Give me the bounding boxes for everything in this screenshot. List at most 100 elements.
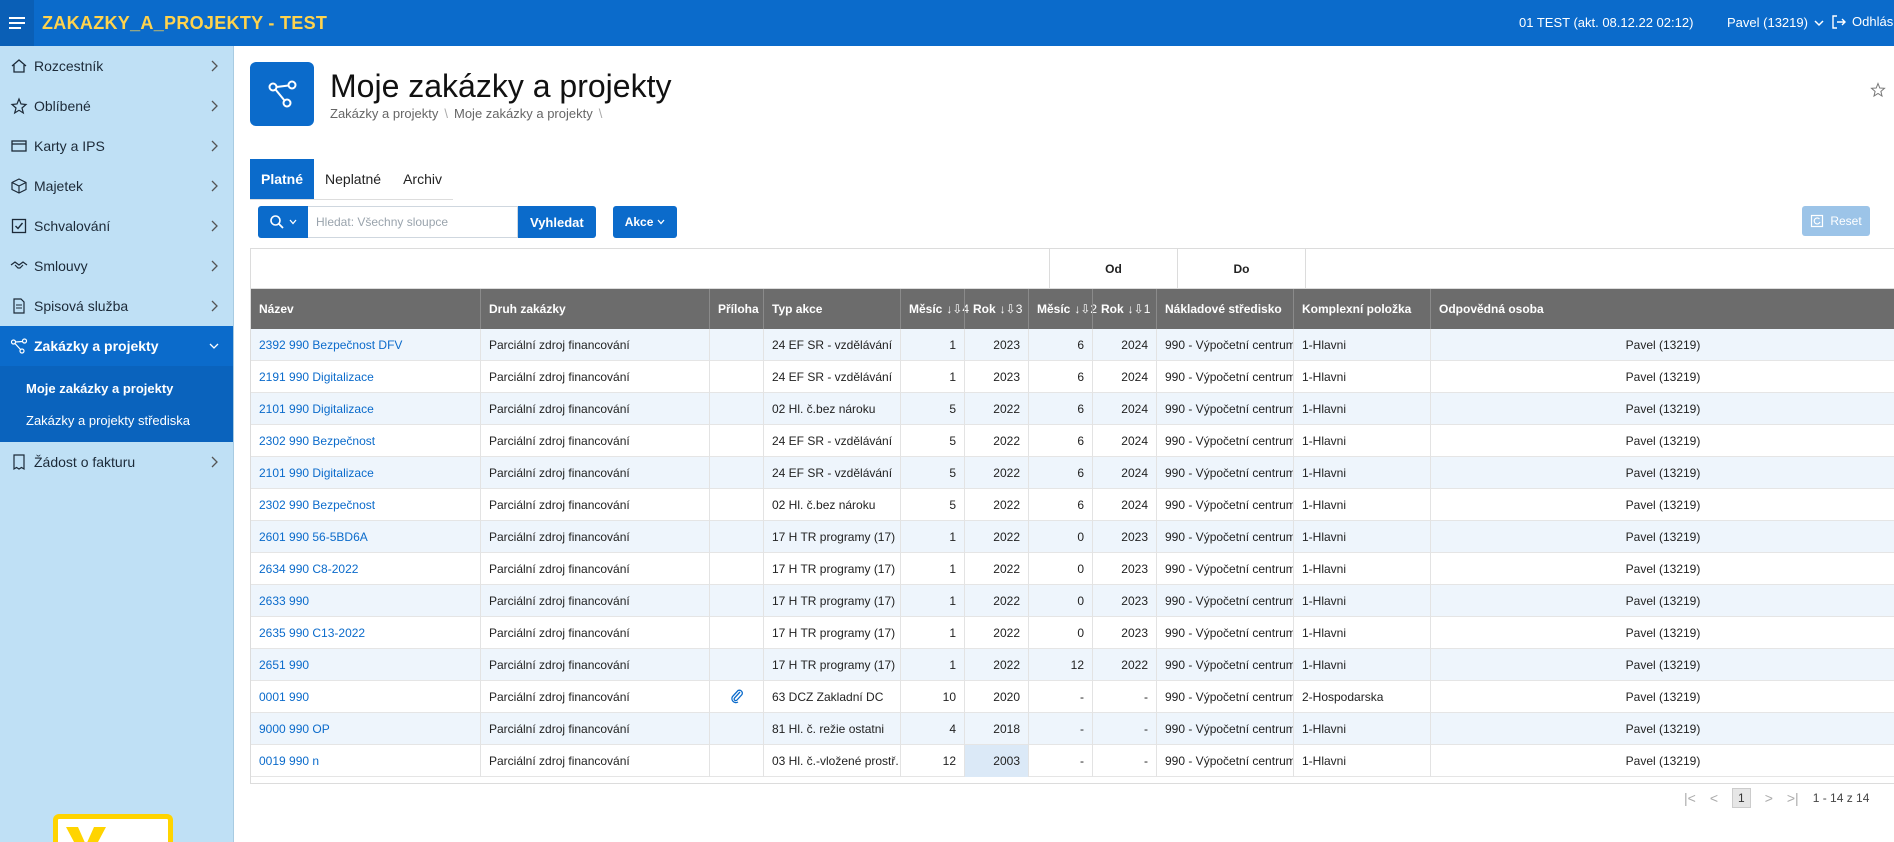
column-header[interactable]: Druh zakázky: [480, 289, 709, 329]
table-cell: 1: [900, 617, 964, 649]
row-name-link[interactable]: 2601 990 56-5BD6A: [251, 521, 480, 553]
sidebar-subitem-moje[interactable]: Moje zakázky a projekty: [0, 372, 233, 404]
table-row[interactable]: 2392 990 Bezpečnost DFV Parciální zdroj f…: [251, 329, 1894, 361]
attachment-cell[interactable]: [709, 329, 763, 361]
row-name-link[interactable]: 2633 990: [251, 585, 480, 617]
column-header[interactable]: Rok ↓⇩1: [1092, 289, 1156, 329]
row-name-link[interactable]: 2101 990 Digitalizace: [251, 457, 480, 489]
column-header[interactable]: Příloha: [709, 289, 763, 329]
attachment-cell[interactable]: [709, 553, 763, 585]
row-name-link[interactable]: 2651 990: [251, 649, 480, 681]
sidebar-item-zakazky[interactable]: Zakázky a projekty: [0, 326, 233, 366]
table-cell: 1-Hlavni: [1293, 425, 1430, 457]
table-row[interactable]: 2302 990 Bezpečnost Parciální zdroj finan…: [251, 489, 1894, 521]
attachment-cell[interactable]: [709, 585, 763, 617]
row-name-link[interactable]: 2302 990 Bezpečnost: [251, 489, 480, 521]
last-page-icon[interactable]: >|: [1787, 790, 1799, 806]
table-row[interactable]: 2634 990 C8-2022 Parciální zdroj financov…: [251, 553, 1894, 585]
table-row[interactable]: 0001 990 Parciální zdroj financování 63 DC…: [251, 681, 1894, 713]
column-header[interactable]: Název: [251, 289, 480, 329]
sidebar-item-label: Schvalování: [34, 218, 111, 234]
search-input[interactable]: Hledat: Všechny sloupce: [308, 206, 518, 238]
table-cell: 990 - Výpočetní centrum: [1156, 361, 1293, 393]
table-cell: 990 - Výpočetní centrum: [1156, 681, 1293, 713]
attachment-cell[interactable]: [709, 521, 763, 553]
attachment-cell[interactable]: [709, 681, 763, 713]
attachment-cell[interactable]: [709, 649, 763, 681]
sidebar-item-rozcestnik[interactable]: Rozcestník: [0, 46, 233, 86]
tab-neplatne[interactable]: Neplatné: [314, 159, 393, 199]
row-name-link[interactable]: 2392 990 Bezpečnost DFV: [251, 329, 480, 361]
search-column-button[interactable]: [258, 206, 308, 238]
sidebar-item-zadost[interactable]: Žádost o fakturu: [0, 442, 233, 482]
table-row[interactable]: 2635 990 C13-2022 Parciální zdroj financo…: [251, 617, 1894, 649]
row-name-link[interactable]: 9000 990 OP: [251, 713, 480, 745]
table-row[interactable]: 2101 990 Digitalizace Parciální zdroj fin…: [251, 457, 1894, 489]
sidebar-item-smlouvy[interactable]: Smlouvy: [0, 246, 233, 286]
column-header[interactable]: Komplexní položka: [1293, 289, 1430, 329]
search-button[interactable]: Vyhledat: [518, 206, 596, 238]
sort-indicator-icon: ↓⇩1: [1127, 302, 1151, 316]
next-page-icon[interactable]: >: [1765, 790, 1773, 806]
attachment-cell[interactable]: [709, 489, 763, 521]
sidebar-item-oblibene[interactable]: Oblíbené: [0, 86, 233, 126]
row-name-link[interactable]: 2634 990 C8-2022: [251, 553, 480, 585]
row-name-link[interactable]: 2302 990 Bezpečnost: [251, 425, 480, 457]
row-name-link[interactable]: 0001 990: [251, 681, 480, 713]
attachment-cell[interactable]: [709, 617, 763, 649]
reset-button[interactable]: Reset: [1802, 206, 1870, 236]
paperclip-icon[interactable]: [730, 688, 744, 707]
row-name-link[interactable]: 0019 990 n: [251, 745, 480, 777]
attachment-cell[interactable]: [709, 457, 763, 489]
column-header[interactable]: Nákladové středisko: [1156, 289, 1293, 329]
column-header[interactable]: Odpovědná osoba: [1430, 289, 1894, 329]
table-row[interactable]: 2302 990 Bezpečnost Parciální zdroj finan…: [251, 425, 1894, 457]
row-name-link[interactable]: 2635 990 C13-2022: [251, 617, 480, 649]
table-cell: 2023: [964, 329, 1028, 361]
breadcrumb-separator: \: [444, 106, 448, 121]
prev-page-icon[interactable]: <: [1710, 790, 1718, 806]
tab-platne[interactable]: Platné: [250, 159, 315, 199]
table-row[interactable]: 9000 990 OP Parciální zdroj financování 81…: [251, 713, 1894, 745]
row-name-link[interactable]: 2191 990 Digitalizace: [251, 361, 480, 393]
column-header[interactable]: Rok ↓⇩3: [964, 289, 1028, 329]
menu-toggle-button[interactable]: [0, 0, 34, 46]
table-cell: Parciální zdroj financování: [480, 745, 709, 777]
grid-body: 2392 990 Bezpečnost DFV Parciální zdroj f…: [251, 329, 1894, 777]
sidebar-item-karty[interactable]: Karty a IPS: [0, 126, 233, 166]
table-cell: 2024: [1092, 457, 1156, 489]
sidebar-item-majetek[interactable]: Majetek: [0, 166, 233, 206]
sidebar-item-label: Spisová služba: [34, 298, 129, 314]
sidebar-item-spisova[interactable]: Spisová služba: [0, 286, 233, 326]
logout-button[interactable]: Odhlásit: [1832, 14, 1894, 29]
attachment-cell[interactable]: [709, 425, 763, 457]
table-row[interactable]: 2633 990 Parciální zdroj financování 17 H …: [251, 585, 1894, 617]
app-title[interactable]: ZAKAZKY_A_PROJEKTY - TEST: [42, 13, 327, 34]
breadcrumb-item[interactable]: Zakázky a projekty: [330, 106, 438, 121]
user-menu[interactable]: Pavel (13219): [1727, 15, 1824, 30]
column-header[interactable]: Typ akce: [763, 289, 900, 329]
attachment-cell[interactable]: [709, 361, 763, 393]
column-header[interactable]: Měsíc ↓⇩4: [900, 289, 969, 329]
table-row[interactable]: 2101 990 Digitalizace Parciální zdroj fin…: [251, 393, 1894, 425]
row-name-link[interactable]: 2101 990 Digitalizace: [251, 393, 480, 425]
environment-label: 01 TEST (akt. 08.12.22 02:12): [1519, 15, 1694, 30]
tab-archiv[interactable]: Archiv: [392, 159, 453, 199]
favorite-star-icon[interactable]: [1870, 82, 1886, 98]
breadcrumb-item[interactable]: Moje zakázky a projekty: [454, 106, 593, 121]
attachment-cell[interactable]: [709, 713, 763, 745]
table-row[interactable]: 2191 990 Digitalizace Parciální zdroj fin…: [251, 361, 1894, 393]
table-row[interactable]: 2651 990 Parciální zdroj financování 17 H …: [251, 649, 1894, 681]
current-page[interactable]: 1: [1732, 788, 1751, 808]
column-header[interactable]: Měsíc ↓⇩2: [1028, 289, 1097, 329]
box-icon: [4, 177, 34, 195]
actions-menu-button[interactable]: Akce: [612, 206, 678, 238]
sidebar-subitem-strediska[interactable]: Zakázky a projekty střediska: [0, 404, 233, 436]
first-page-icon[interactable]: |<: [1684, 790, 1696, 806]
pagination-range: 1 - 14 z 14: [1812, 791, 1870, 805]
attachment-cell[interactable]: [709, 745, 763, 777]
sidebar-item-schvalovani[interactable]: Schvalování: [0, 206, 233, 246]
table-row[interactable]: 0019 990 n Parciální zdroj financování 03 …: [251, 745, 1894, 777]
table-row[interactable]: 2601 990 56-5BD6A Parciální zdroj financo…: [251, 521, 1894, 553]
attachment-cell[interactable]: [709, 393, 763, 425]
